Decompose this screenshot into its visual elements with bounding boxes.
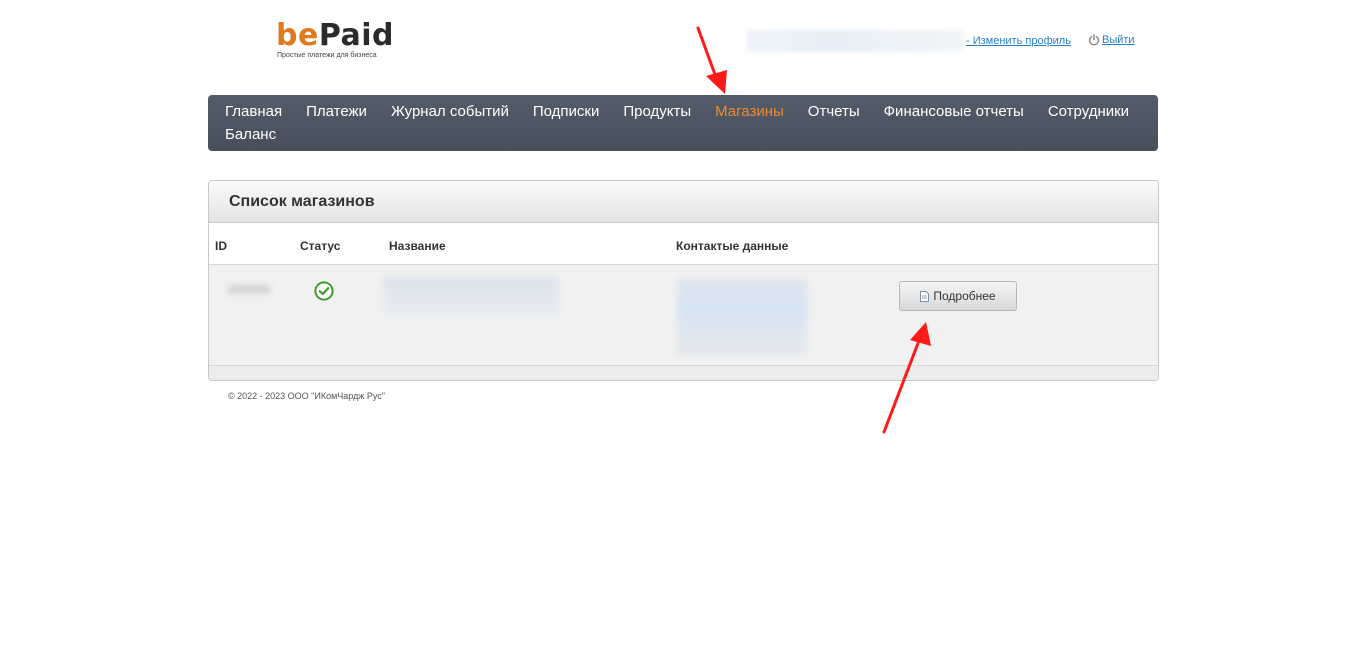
nav-item-home[interactable]: Главная bbox=[213, 101, 294, 124]
column-contacts: Контактые данные bbox=[676, 239, 789, 253]
bepaid-logo[interactable]: bePaid Простые платежи для бизнеса bbox=[276, 18, 406, 62]
shops-panel: Список магазинов ID Статус Название Конт… bbox=[208, 180, 1159, 381]
nav-item-reports[interactable]: Отчеты bbox=[796, 101, 872, 124]
power-icon bbox=[1088, 34, 1100, 46]
shop-id-redacted bbox=[228, 285, 270, 294]
page: bePaid Простые платежи для бизнеса - Изм… bbox=[0, 0, 1366, 651]
nav-item-event-log[interactable]: Журнал событий bbox=[379, 101, 521, 124]
column-status: Статус bbox=[300, 239, 341, 253]
panel-title: Список магазинов bbox=[209, 181, 1158, 223]
nav-item-payments[interactable]: Платежи bbox=[294, 101, 379, 124]
shop-name-redacted bbox=[383, 277, 559, 317]
nav-item-shops[interactable]: Магазины bbox=[703, 101, 796, 124]
document-icon bbox=[920, 290, 930, 302]
copyright: © 2022 - 2023 ООО "ИКомЧардж Рус" bbox=[228, 391, 385, 401]
logout-area: Выйти bbox=[1088, 34, 1135, 46]
shop-contacts-redacted bbox=[677, 279, 807, 355]
column-name: Название bbox=[389, 239, 446, 253]
nav-item-products[interactable]: Продукты bbox=[611, 101, 703, 124]
nav-list: Главная Платежи Журнал событий Подписки … bbox=[213, 101, 1146, 147]
logo-be: be bbox=[276, 18, 319, 53]
table-header: ID Статус Название Контактые данные bbox=[209, 223, 1158, 265]
nav-item-employees[interactable]: Сотрудники bbox=[1036, 101, 1141, 124]
logo-tagline: Простые платежи для бизнеса bbox=[277, 52, 377, 59]
panel-footer bbox=[209, 366, 1158, 380]
logout-link[interactable]: Выйти bbox=[1102, 34, 1135, 46]
logo-paid: Paid bbox=[318, 18, 395, 53]
table-row: Подробнее bbox=[209, 265, 1158, 366]
column-id: ID bbox=[215, 239, 227, 253]
user-links: - Изменить профиль bbox=[966, 35, 1071, 47]
details-button-label: Подробнее bbox=[933, 289, 996, 303]
check-circle-icon bbox=[314, 281, 334, 301]
nav-item-balance[interactable]: Баланс bbox=[213, 124, 288, 147]
nav-item-financial-reports[interactable]: Финансовые отчеты bbox=[872, 101, 1036, 124]
main-nav: Главная Платежи Журнал событий Подписки … bbox=[208, 95, 1158, 151]
arrow-to-shops-icon bbox=[696, 26, 727, 94]
logo-wordmark: bePaid bbox=[276, 18, 394, 54]
nav-item-subscriptions[interactable]: Подписки bbox=[521, 101, 612, 124]
edit-profile-link[interactable]: - Изменить профиль bbox=[966, 35, 1071, 47]
user-email-redacted bbox=[746, 30, 964, 52]
details-button[interactable]: Подробнее bbox=[899, 281, 1017, 311]
